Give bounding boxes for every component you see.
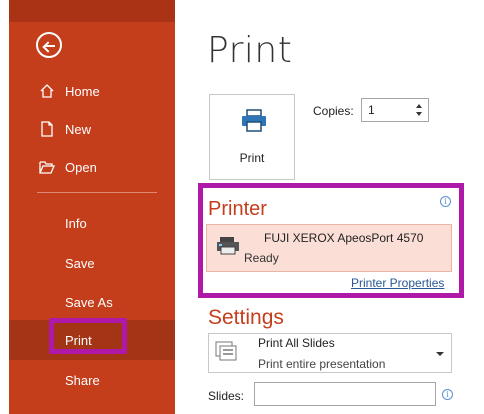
print-highlight-box — [49, 318, 127, 354]
sidebar-item-label: Open — [65, 159, 97, 175]
sidebar-divider — [37, 192, 157, 193]
chevron-down-icon[interactable] — [436, 352, 444, 356]
sidebar-item-home[interactable]: Home — [9, 71, 175, 111]
print-button[interactable]: Print — [209, 94, 295, 180]
slides-input[interactable] — [254, 382, 436, 406]
printer-name: FUJI XEROX ApeosPort 4570 — [264, 231, 424, 245]
settings-section-title: Settings — [208, 306, 284, 329]
info-icon[interactable]: i — [440, 196, 451, 207]
sidebar-item-label: Home — [65, 83, 100, 99]
printer-status: Ready — [244, 251, 279, 265]
backstage-sidebar: Home New Open Info Save Save As Print Sh… — [9, 0, 175, 414]
sidebar-item-share[interactable]: Share — [9, 360, 175, 400]
dropdown-selected-value: Print All Slides — [258, 336, 335, 350]
open-folder-icon — [39, 161, 55, 174]
sidebar-item-label: Save — [65, 255, 95, 271]
sidebar-item-save[interactable]: Save — [9, 243, 175, 283]
sidebar-item-info[interactable]: Info — [9, 203, 175, 243]
spinner-arrows-icon[interactable] — [414, 102, 424, 118]
dropdown-description: Print entire presentation — [258, 357, 386, 371]
back-arrow-icon[interactable] — [36, 32, 62, 58]
printer-icon — [242, 109, 266, 132]
sidebar-item-label: Share — [65, 372, 100, 388]
info-icon[interactable]: i — [442, 389, 453, 400]
copies-label: Copies: — [313, 104, 354, 118]
sidebar-top-strip — [9, 0, 175, 22]
print-button-label: Print — [239, 151, 265, 165]
copies-value: 1 — [368, 103, 375, 117]
copies-stepper[interactable]: 1 — [361, 98, 429, 122]
page-title: Print — [207, 30, 293, 71]
sidebar-item-label: Save As — [65, 294, 113, 310]
new-document-icon — [41, 121, 53, 137]
sidebar-item-open[interactable]: Open — [9, 147, 175, 187]
sidebar-item-label: Info — [65, 215, 87, 231]
printer-section-title: Printer — [208, 198, 267, 220]
sidebar-item-label: New — [65, 121, 92, 137]
printer-device-icon — [217, 237, 239, 255]
sidebar-item-new[interactable]: New — [9, 109, 175, 149]
slides-label: Slides: — [208, 389, 245, 403]
printer-properties-link[interactable]: Printer Properties — [351, 276, 444, 290]
sidebar-item-save-as[interactable]: Save As — [9, 282, 175, 322]
slides-icon — [215, 341, 237, 361]
home-icon — [40, 84, 54, 98]
